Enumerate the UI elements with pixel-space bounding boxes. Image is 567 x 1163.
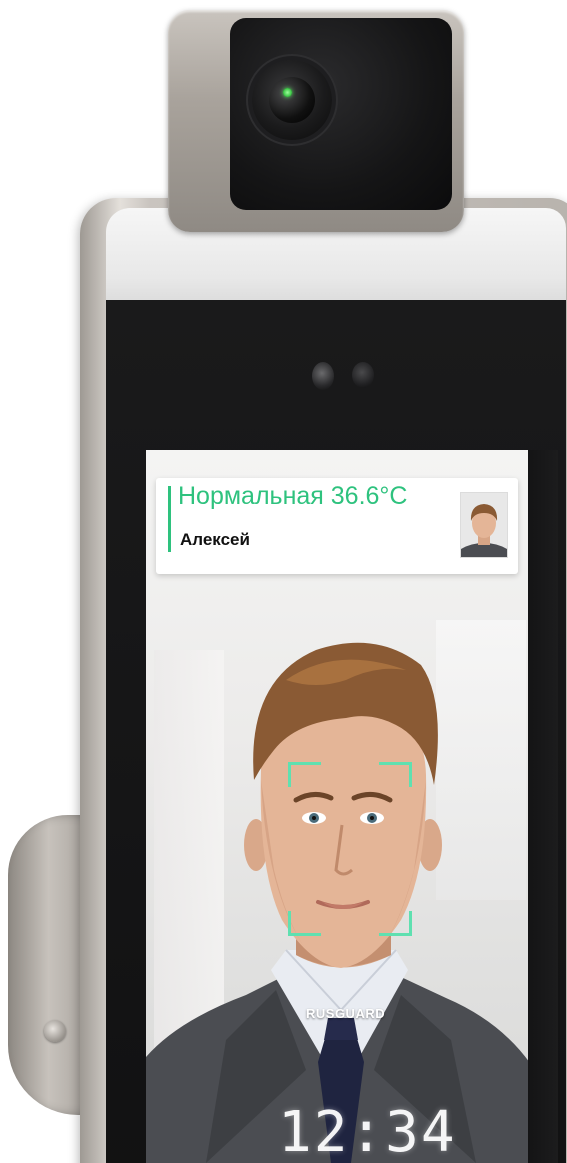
ir-sensor-right-icon [352, 362, 374, 388]
terminal-screen: Нормальная 36.6°C Алексей RUSGUARD 12:34 [146, 450, 530, 1163]
clock-display: 12:34 [278, 1100, 457, 1163]
mount-screw-icon [44, 1020, 66, 1042]
thermal-camera-module [168, 10, 464, 232]
ir-sensor-left-icon [312, 362, 334, 390]
temperature-status: Нормальная 36.6°C [178, 482, 408, 510]
status-led-icon [283, 88, 292, 97]
camera-front [230, 18, 452, 210]
frame-corner-icon [379, 762, 412, 787]
brand-logo: RUSGUARD [306, 1006, 386, 1021]
face-detection-frame [288, 762, 412, 936]
status-accent-bar [168, 486, 171, 552]
product-photo: Нормальная 36.6°C Алексей RUSGUARD 12:34 [0, 0, 567, 1163]
person-thumbnail [460, 492, 508, 558]
frame-corner-icon [288, 762, 321, 787]
bezel-right-edge [528, 450, 558, 1163]
camera-lens-icon [252, 60, 332, 140]
frame-corner-icon [379, 911, 412, 936]
recognition-card: Нормальная 36.6°C Алексей [156, 478, 518, 574]
frame-corner-icon [288, 911, 321, 936]
avatar [461, 493, 507, 557]
person-name: Алексей [180, 530, 250, 549]
lens-glass [269, 77, 315, 123]
